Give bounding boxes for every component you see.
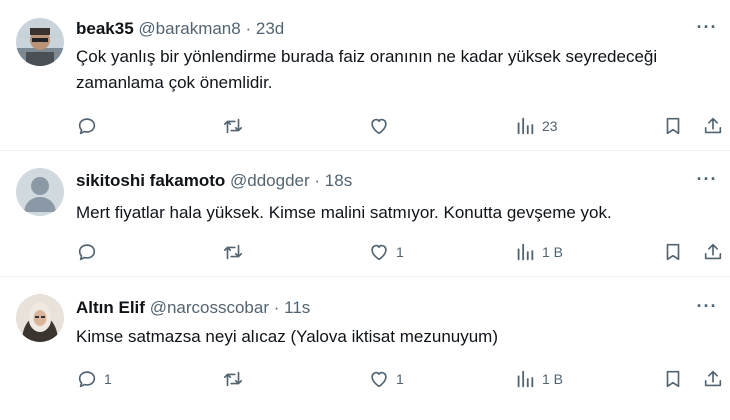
retweet-icon — [223, 118, 243, 134]
more-icon[interactable]: ··· — [694, 297, 720, 321]
share-icon — [704, 370, 722, 387]
bookmark-icon — [666, 117, 680, 135]
views-icon — [517, 243, 534, 261]
views-icon — [517, 117, 534, 135]
like-button[interactable]: 1 — [368, 239, 404, 265]
tweet-text: Çok yanlış bir yönlendirme burada faiz o… — [76, 47, 658, 92]
display-name[interactable]: beak35 — [76, 19, 134, 38]
more-icon[interactable]: ··· — [694, 18, 720, 42]
action-bar: 1 1 B — [76, 239, 724, 265]
retweet-button[interactable] — [222, 366, 250, 392]
reply-icon — [78, 371, 96, 388]
like-button[interactable] — [368, 113, 396, 139]
retweet-icon — [223, 371, 243, 387]
share-button[interactable] — [702, 113, 724, 139]
retweet-icon — [223, 244, 243, 260]
views-count: 23 — [542, 118, 558, 134]
like-icon — [371, 244, 387, 261]
action-bar: 1 1 1 B — [76, 366, 724, 392]
timestamp[interactable]: 18s — [325, 171, 352, 190]
share-button[interactable] — [702, 239, 724, 265]
views-icon — [517, 370, 534, 388]
reply-button[interactable]: 1 — [76, 366, 112, 392]
tweet-1[interactable]: beak35 @barakman8 · 23d ··· Çok yanlış b… — [0, 0, 730, 150]
tweet-text: Mert fiyatlar hala yüksek. Kimse malini … — [76, 203, 612, 222]
views-button[interactable]: 23 — [514, 113, 558, 139]
like-icon — [371, 371, 387, 388]
tweet-header: Altın Elif @narcosscobar · 11s — [76, 297, 310, 319]
timestamp[interactable]: 11s — [284, 298, 310, 317]
handle[interactable]: @ddogder — [230, 171, 310, 190]
display-name[interactable]: Altın Elif — [76, 298, 145, 317]
handle[interactable]: @barakman8 — [138, 19, 240, 38]
bookmark-button[interactable] — [662, 113, 684, 139]
views-count: 1 B — [542, 244, 564, 260]
action-bar: 23 — [76, 113, 724, 139]
separator: · — [273, 298, 280, 317]
views-button[interactable]: 1 B — [514, 239, 563, 265]
bookmark-icon — [666, 370, 680, 388]
tweet-2[interactable]: sikitoshi fakamoto @ddogder · 18s ··· Me… — [0, 151, 730, 276]
like-count: 1 — [396, 244, 404, 260]
like-icon — [371, 118, 387, 135]
share-icon — [704, 117, 722, 134]
retweet-button[interactable] — [222, 239, 250, 265]
like-button[interactable]: 1 — [368, 366, 404, 392]
views-count: 1 B — [542, 371, 564, 387]
share-button[interactable] — [702, 366, 724, 392]
tweet-3[interactable]: Altın Elif @narcosscobar · 11s ··· Kimse… — [0, 277, 730, 420]
avatar[interactable] — [16, 18, 64, 66]
bookmark-button[interactable] — [662, 366, 684, 392]
reply-count: 1 — [104, 371, 112, 387]
share-icon — [704, 243, 722, 260]
more-icon[interactable]: ··· — [694, 170, 720, 194]
tweet-header: sikitoshi fakamoto @ddogder · 18s — [76, 170, 352, 192]
separator: · — [245, 19, 252, 38]
avatar[interactable] — [16, 294, 64, 342]
like-count: 1 — [396, 371, 404, 387]
handle[interactable]: @narcosscobar — [150, 298, 269, 317]
reply-button[interactable] — [76, 113, 104, 139]
avatar[interactable] — [16, 168, 64, 216]
bookmark-icon — [666, 243, 680, 261]
reply-icon — [78, 118, 96, 135]
display-name[interactable]: sikitoshi fakamoto — [76, 171, 225, 190]
tweet-text: Kimse satmazsa neyi alıcaz (Yalova iktis… — [76, 327, 499, 346]
tweet-header: beak35 @barakman8 · 23d — [76, 18, 284, 40]
retweet-button[interactable] — [222, 113, 250, 139]
reply-button[interactable] — [76, 239, 104, 265]
views-button[interactable]: 1 B — [514, 366, 563, 392]
bookmark-button[interactable] — [662, 239, 684, 265]
reply-icon — [78, 244, 96, 261]
timestamp[interactable]: 23d — [256, 19, 284, 38]
separator: · — [314, 171, 321, 190]
